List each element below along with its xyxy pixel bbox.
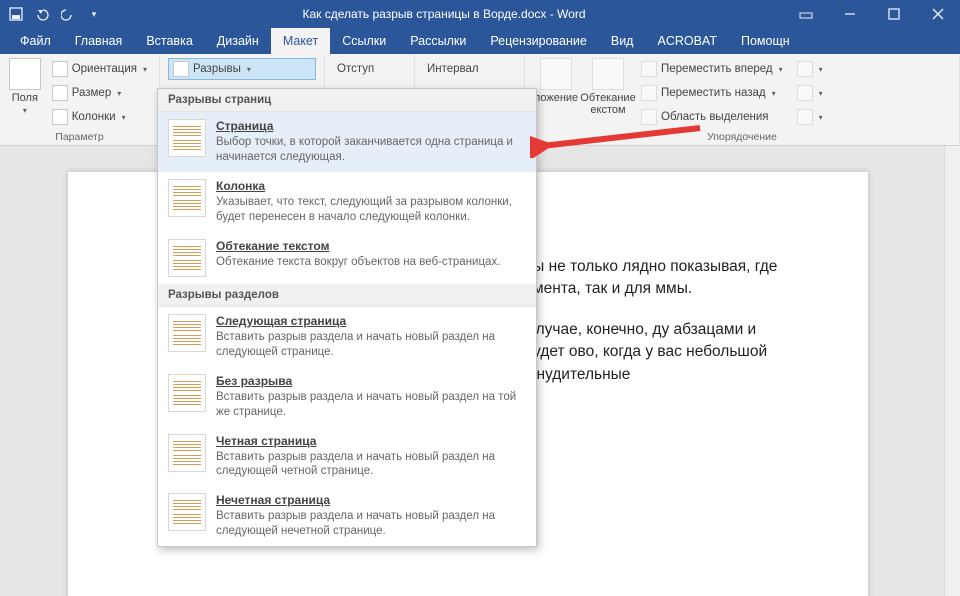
columns-icon [52,109,68,125]
break-title: Четная страница [216,434,526,448]
break-title: Следующая страница [216,314,526,328]
group-button[interactable] [793,82,827,104]
column-break-icon [168,179,206,217]
tab-design[interactable]: Дизайн [205,28,271,54]
tab-mailings[interactable]: Рассылки [398,28,478,54]
tab-review[interactable]: Рецензирование [478,28,599,54]
selection-pane-button[interactable]: Область выделения [637,106,787,128]
orientation-button[interactable]: Ориентация [48,58,151,80]
rotate-icon [797,109,813,125]
break-desc: Вставить разрыв раздела и начать новый р… [216,390,526,420]
break-desc: Указывает, что текст, следующий за разры… [216,195,526,225]
break-desc: Вставить разрыв раздела и начать новый р… [216,330,526,360]
close-icon[interactable] [916,0,960,28]
send-backward-icon [641,85,657,101]
position-button[interactable]: ложение [533,58,579,104]
break-option-continuous[interactable]: Без разрыва Вставить разрыв раздела и на… [158,367,536,427]
minimize-icon[interactable] [828,0,872,28]
margins-button[interactable]: Поля ▾ [8,58,42,115]
wrap-button[interactable]: Обтеканиеекстом [585,58,631,116]
spacing-label: Интервал [423,58,483,80]
rotate-button[interactable] [793,106,827,128]
group-page-setup: Поля ▾ Ориентация Размер Колонки Парамет… [0,54,160,145]
save-icon[interactable] [6,4,26,24]
maximize-icon[interactable] [872,0,916,28]
tab-help[interactable]: Помощн [729,28,802,54]
ribbon-options-icon[interactable] [784,0,828,28]
bring-forward-icon [641,61,657,77]
break-title: Страница [216,119,526,133]
continuous-icon [168,374,206,412]
tab-layout[interactable]: Макет [271,28,330,54]
margins-icon [9,58,41,90]
break-desc: Обтекание текста вокруг объектов на веб-… [216,255,526,270]
break-option-even-page[interactable]: Четная страница Вставить разрыв раздела … [158,427,536,487]
indent-label: Отступ [333,58,378,80]
panel-header-section-breaks: Разрывы разделов [158,284,536,307]
title-bar: ▾ Как сделать разрыв страницы в Ворде.do… [0,0,960,28]
break-title: Обтекание текстом [216,239,526,253]
break-title: Колонка [216,179,526,193]
align-button[interactable] [793,58,827,80]
orientation-icon [52,61,68,77]
break-option-column[interactable]: Колонка Указывает, что текст, следующий … [158,172,536,232]
page-setup-group-label: Параметр [8,129,151,143]
break-option-odd-page[interactable]: Нечетная страница Вставить разрыв раздел… [158,486,536,546]
break-option-page[interactable]: Страница Выбор точки, в которой заканчив… [158,112,536,172]
break-title: Нечетная страница [216,493,526,507]
tab-references[interactable]: Ссылки [330,28,398,54]
odd-page-icon [168,493,206,531]
tab-acrobat[interactable]: ACROBAT [645,28,729,54]
break-option-next-page[interactable]: Следующая страница Вставить разрыв разде… [158,307,536,367]
size-icon [52,85,68,101]
margins-label: Поля [12,92,38,104]
tab-insert[interactable]: Вставка [134,28,204,54]
ribbon-tabs: Файл Главная Вставка Дизайн Макет Ссылки… [0,28,960,54]
tab-home[interactable]: Главная [63,28,135,54]
next-page-icon [168,314,206,352]
window-controls [784,0,960,28]
break-title: Без разрыва [216,374,526,388]
columns-button[interactable]: Колонки [48,106,151,128]
break-desc: Вставить разрыв раздела и начать новый р… [216,450,526,480]
qat-more-icon[interactable]: ▾ [84,4,104,24]
wrap-icon [592,58,624,90]
even-page-icon [168,434,206,472]
send-backward-button[interactable]: Переместить назад [637,82,787,104]
break-desc: Выбор точки, в которой заканчивается одн… [216,135,526,165]
tab-view[interactable]: Вид [599,28,646,54]
vertical-scrollbar[interactable] [944,146,960,596]
panel-header-page-breaks: Разрывы страниц [158,89,536,112]
break-option-textwrap[interactable]: Обтекание текстом Обтекание текста вокру… [158,232,536,284]
undo-icon[interactable] [32,4,52,24]
selection-pane-icon [641,109,657,125]
textwrap-break-icon [168,239,206,277]
arrange-group-label: Упорядочение [533,129,951,143]
quick-access-toolbar: ▾ [0,4,104,24]
group-arrange: ложение Обтеканиеекстом Переместить впер… [525,54,960,145]
breaks-icon [173,61,189,77]
group-icon [797,85,813,101]
breaks-button[interactable]: Разрывы [168,58,316,80]
window-title: Как сделать разрыв страницы в Ворде.docx… [104,7,784,21]
redo-icon[interactable] [58,4,78,24]
tab-file[interactable]: Файл [8,28,63,54]
align-icon [797,61,813,77]
size-button[interactable]: Размер [48,82,151,104]
breaks-dropdown: Разрывы страниц Страница Выбор точки, в … [157,88,537,547]
position-icon [540,58,572,90]
page-break-icon [168,119,206,157]
break-desc: Вставить разрыв раздела и начать новый р… [216,509,526,539]
bring-forward-button[interactable]: Переместить вперед [637,58,787,80]
